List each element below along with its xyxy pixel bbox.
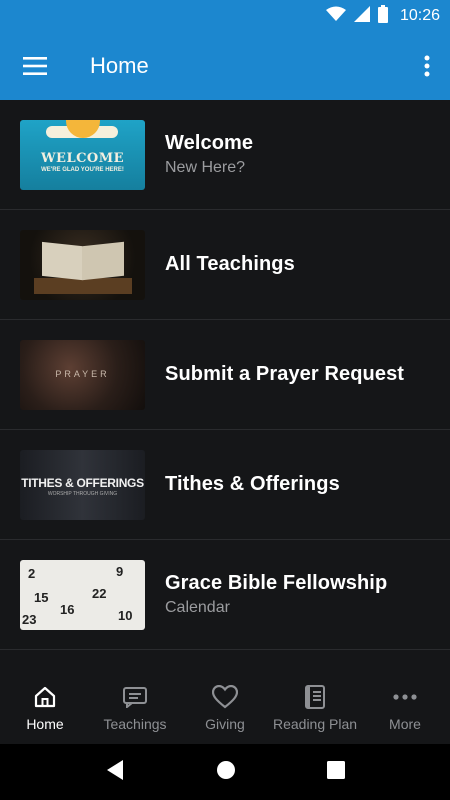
calendar-thumbnail: 2 9 15 16 22 23 10	[20, 559, 145, 630]
list-item-title: Grace Bible Fellowship	[165, 572, 388, 594]
hamburger-icon	[23, 57, 47, 75]
calendar-number: 16	[60, 601, 75, 617]
list-item-subtitle: New Here?	[165, 159, 246, 176]
calendar-number: 10	[118, 607, 133, 623]
list-item-calendar[interactable]: 2 9 15 16 22 23 10 Grace Bible Fellowshi…	[0, 540, 450, 650]
book-icon	[305, 685, 325, 709]
list-item-title: Submit a Prayer Request	[165, 363, 405, 385]
nav-giving[interactable]: Giving	[180, 672, 270, 744]
list-item-title: All Teachings	[165, 253, 295, 275]
more-vertical-icon	[424, 55, 430, 77]
tithes-thumb-text: TITHES & OFFERINGS	[21, 475, 144, 490]
home-circle-icon	[216, 760, 235, 779]
welcome-thumb-subtext: WE'RE GLAD YOU'RE HERE!	[41, 166, 124, 173]
calendar-number: 22	[92, 585, 107, 601]
content-list: WELCOME WE'RE GLAD YOU'RE HERE! Welcome …	[0, 100, 450, 650]
list-item-title: Tithes & Offerings	[165, 473, 340, 495]
calendar-number: 9	[116, 563, 124, 579]
home-system-button[interactable]	[216, 760, 236, 785]
list-item-welcome[interactable]: WELCOME WE'RE GLAD YOU'RE HERE! Welcome …	[0, 100, 450, 210]
heart-icon	[212, 685, 238, 709]
nav-label: More	[389, 716, 421, 732]
home-icon	[34, 686, 56, 708]
back-button[interactable]	[105, 759, 125, 786]
nav-more[interactable]: More	[360, 672, 450, 744]
prayer-thumb-text: PRAYER	[55, 368, 110, 379]
status-bar: 10:26	[0, 0, 450, 32]
calendar-number: 23	[22, 611, 37, 627]
welcome-thumb-text: WELCOME	[40, 150, 125, 166]
page-title: Home	[90, 53, 149, 78]
nav-teachings[interactable]: Teachings	[90, 672, 180, 744]
prayer-thumbnail: PRAYER	[20, 339, 145, 410]
system-navigation-bar	[0, 744, 450, 800]
back-triangle-icon	[107, 759, 124, 780]
nav-label: Home	[26, 716, 64, 732]
menu-button[interactable]	[0, 32, 70, 100]
list-item-title: Welcome	[165, 132, 254, 154]
nav-label: Teachings	[103, 716, 167, 732]
more-horizontal-icon	[393, 694, 417, 700]
recents-square-icon	[326, 760, 345, 779]
message-icon	[123, 687, 147, 708]
list-item-tithes[interactable]: TITHES & OFFERINGS WORSHIP THROUGH GIVIN…	[0, 430, 450, 540]
bottom-navigation: Home Teachings Giving Reading Plan More	[0, 672, 450, 744]
nav-home[interactable]: Home	[0, 672, 90, 744]
recents-button[interactable]	[326, 760, 345, 784]
nav-label: Giving	[205, 716, 245, 732]
nav-label: Reading Plan	[272, 716, 358, 732]
battery-icon	[377, 4, 388, 28]
overflow-menu-button[interactable]	[404, 32, 450, 100]
calendar-number: 15	[34, 589, 49, 605]
list-item-subtitle: Calendar	[165, 599, 230, 616]
status-time: 10:26	[399, 7, 440, 24]
bible-thumbnail	[20, 229, 145, 300]
tithes-thumb-subtext: WORSHIP THROUGH GIVING	[47, 490, 118, 497]
welcome-thumbnail: WELCOME WE'RE GLAD YOU'RE HERE!	[20, 119, 145, 190]
cell-signal-icon	[353, 5, 370, 27]
tithes-thumbnail: TITHES & OFFERINGS WORSHIP THROUGH GIVIN…	[20, 449, 145, 520]
list-item-prayer-request[interactable]: PRAYER Submit a Prayer Request	[0, 320, 450, 430]
app-bar: Home	[0, 32, 450, 100]
calendar-number: 2	[28, 565, 36, 581]
nav-reading-plan[interactable]: Reading Plan	[270, 672, 360, 744]
list-item-all-teachings[interactable]: All Teachings	[0, 210, 450, 320]
wifi-icon	[325, 6, 346, 27]
